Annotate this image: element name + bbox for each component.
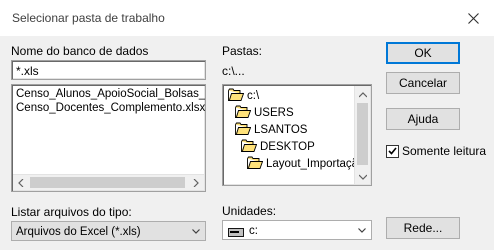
chevron-left-icon bbox=[18, 176, 24, 190]
file-list-scroll-thumb[interactable] bbox=[30, 177, 185, 188]
chevron-down-icon bbox=[353, 222, 370, 239]
drive-icon bbox=[228, 226, 244, 240]
open-folder-icon bbox=[241, 139, 260, 155]
close-button[interactable] bbox=[456, 4, 490, 32]
window-title: Selecionar pasta de trabalho bbox=[12, 11, 165, 25]
folder-tree-vertical-scrollbar[interactable] bbox=[354, 86, 370, 184]
folder-label: c:\ bbox=[247, 90, 260, 102]
file-list[interactable]: Censo_Alunos_ApoioSocial_Bolsas_ Censo_D… bbox=[11, 84, 206, 192]
file-list-item[interactable]: Censo_Alunos_ApoioSocial_Bolsas_ bbox=[16, 88, 205, 100]
checkmark-icon bbox=[388, 144, 397, 158]
folder-item-desktop[interactable]: DESKTOP bbox=[241, 139, 315, 155]
scroll-left-button[interactable] bbox=[13, 175, 29, 191]
open-folder-icon bbox=[247, 156, 266, 172]
folder-tree[interactable]: c:\ USERS LSANTOS DESKTOP Layout_Importa… bbox=[222, 84, 372, 186]
checkbox-box[interactable] bbox=[386, 144, 399, 158]
scroll-right-button[interactable] bbox=[188, 175, 204, 191]
scroll-down-button[interactable] bbox=[355, 168, 371, 184]
folder-item-lsantos[interactable]: LSANTOS bbox=[235, 122, 307, 138]
folder-tree-scroll-thumb[interactable] bbox=[357, 103, 368, 165]
folder-item-layout-importacao[interactable]: Layout_Importação bbox=[247, 156, 364, 172]
folder-label: USERS bbox=[254, 107, 294, 119]
close-icon bbox=[467, 12, 479, 24]
drive-selected: c: bbox=[249, 225, 258, 237]
chevron-down-icon bbox=[358, 169, 368, 183]
chevron-down-icon bbox=[187, 223, 204, 240]
folder-item-c[interactable]: c:\ bbox=[228, 88, 259, 104]
file-type-label: Listar arquivos do tipo: bbox=[11, 205, 132, 219]
readonly-checkbox[interactable]: Somente leitura bbox=[386, 144, 486, 158]
chevron-right-icon bbox=[193, 176, 199, 190]
title-bar: Selecionar pasta de trabalho bbox=[0, 0, 494, 36]
open-folder-icon bbox=[228, 88, 247, 104]
ok-button[interactable]: OK bbox=[386, 42, 460, 64]
open-folder-icon bbox=[235, 105, 254, 121]
folder-item-users[interactable]: USERS bbox=[235, 105, 294, 121]
readonly-label: Somente leitura bbox=[402, 144, 487, 158]
file-type-selected: Arquivos do Excel (*.xls) bbox=[16, 226, 141, 238]
database-name-label: Nome do banco de dados bbox=[11, 44, 149, 58]
help-button[interactable]: Ajuda bbox=[386, 108, 460, 130]
database-name-input[interactable]: *.xls bbox=[11, 60, 206, 80]
network-button[interactable]: Rede... bbox=[386, 217, 460, 239]
current-path: c:\... bbox=[222, 64, 245, 78]
open-folder-icon bbox=[235, 122, 254, 138]
file-list-horizontal-scrollbar[interactable] bbox=[13, 174, 204, 190]
folders-label: Pastas: bbox=[222, 44, 263, 58]
folder-label: LSANTOS bbox=[254, 124, 308, 136]
folder-label: Layout_Importação bbox=[266, 158, 365, 170]
drives-label: Unidades: bbox=[222, 204, 277, 218]
database-name-value: *.xls bbox=[16, 64, 39, 78]
folder-label: DESKTOP bbox=[260, 141, 315, 153]
file-type-dropdown[interactable]: Arquivos do Excel (*.xls) bbox=[11, 221, 206, 241]
file-list-item[interactable]: Censo_Docentes_Complemento.xlsx bbox=[16, 102, 205, 114]
chevron-up-icon bbox=[358, 87, 368, 101]
cancel-button[interactable]: Cancelar bbox=[386, 72, 460, 94]
drives-dropdown[interactable]: c: bbox=[222, 220, 372, 240]
scroll-up-button[interactable] bbox=[355, 86, 371, 102]
